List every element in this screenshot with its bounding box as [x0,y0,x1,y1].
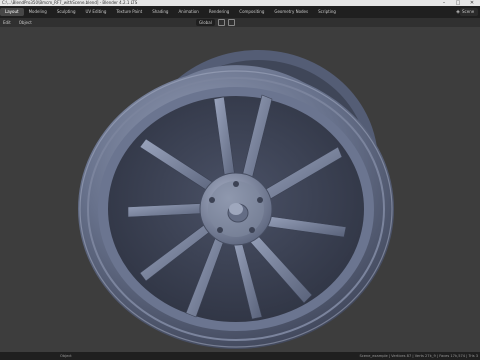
scene-selector[interactable]: Scene [460,8,478,16]
lug-hole [257,197,263,203]
status-mode: Object [60,354,72,358]
orientation-dropdown[interactable]: Global [196,19,215,26]
wheel-hub [199,172,273,246]
status-stats: Scene_example | Vertices 87 | Verts 27k_… [359,354,478,358]
lug-hole [249,227,255,233]
status-bar: Object Scene_example | Vertices 87 | Ver… [0,352,480,360]
tab-shading[interactable]: Shading [147,8,173,16]
tab-geometry-nodes[interactable]: Geometry Nodes [269,8,313,16]
tab-compositing[interactable]: Compositing [234,8,269,16]
lug-hole [233,181,239,187]
wheel-render [78,50,394,349]
tab-texture-paint[interactable]: Texture Paint [111,8,147,16]
lug-hole [217,227,223,233]
transform-tools: Global [196,19,235,26]
tab-rendering[interactable]: Rendering [204,8,234,16]
tab-modeling[interactable]: Modeling [24,8,52,16]
3d-viewport[interactable] [0,27,480,352]
snap-icon[interactable] [217,19,225,26]
header-menus: Edit Object [0,18,35,27]
workspace-tabs: Layout Modeling Sculpting UV Editing Tex… [0,6,341,18]
tab-animation[interactable]: Animation [173,8,203,16]
tab-uv-editing[interactable]: UV Editing [81,8,112,16]
tab-sculpting[interactable]: Sculpting [52,8,81,16]
menu-object[interactable]: Object [16,20,35,25]
tab-scripting[interactable]: Scripting [313,8,341,16]
proportional-icon[interactable] [227,19,235,26]
lug-hole [209,197,215,203]
tab-layout[interactable]: Layout [0,8,24,16]
viewport-header: Edit Object Global [0,18,480,27]
menu-edit[interactable]: Edit [0,20,14,25]
workspace-bar: Layout Modeling Sculpting UV Editing Tex… [0,6,480,18]
